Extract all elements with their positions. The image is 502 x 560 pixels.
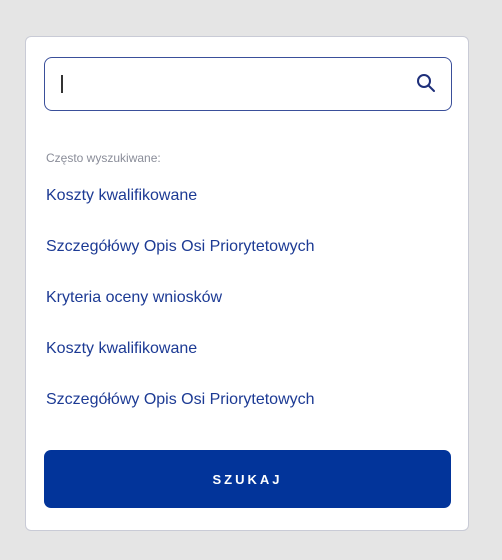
search-button[interactable]: SZUKAJ [44,450,451,508]
suggestion-link[interactable]: Szczegółówy Opis Osi Priorytetowych [46,391,315,442]
search-input[interactable] [57,58,397,109]
text-cursor [61,75,63,93]
search-panel: Często wyszukiwane: Koszty kwalifikowane… [25,36,469,531]
suggestion-link[interactable]: Szczegółówy Opis Osi Priorytetowych [46,238,315,289]
suggestion-link[interactable]: Koszty kwalifikowane [46,340,315,391]
popular-searches-list: Koszty kwalifikowane Szczegółówy Opis Os… [46,187,315,442]
suggestion-link[interactable]: Kryteria oceny wniosków [46,289,315,340]
suggestion-link[interactable]: Koszty kwalifikowane [46,187,315,238]
search-icon[interactable] [415,72,437,94]
search-box[interactable] [44,57,452,111]
popular-searches-label: Często wyszukiwane: [46,151,161,165]
